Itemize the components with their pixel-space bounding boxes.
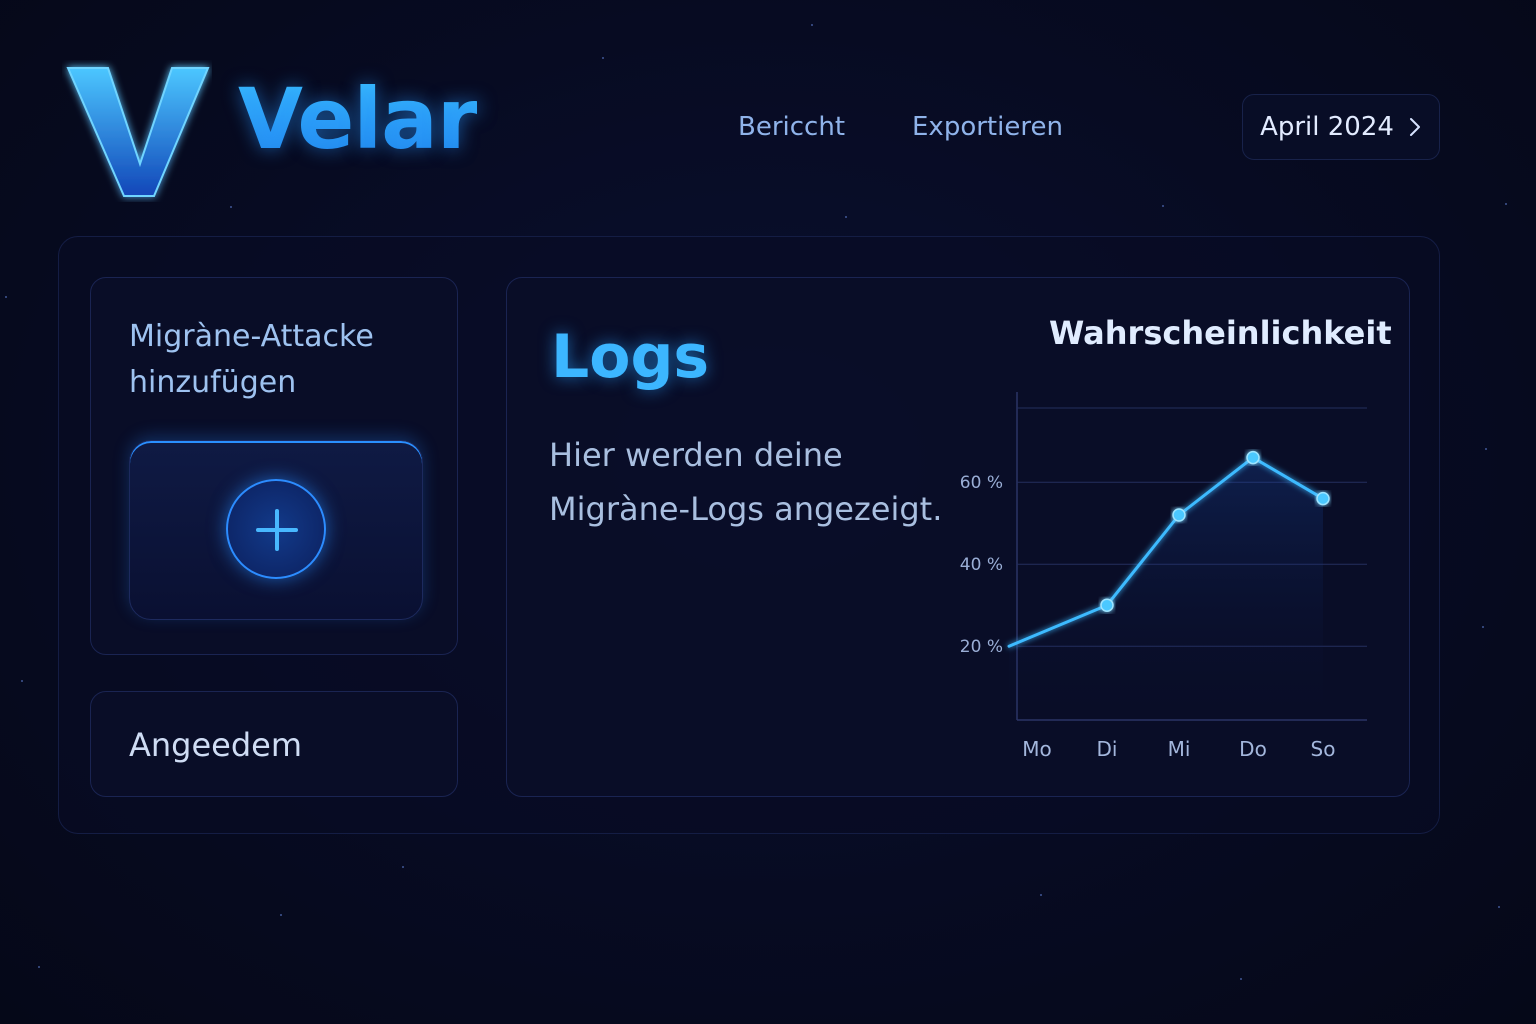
probability-chart: 20 % 40 % 60 % Mo Di Mi Do So [960, 392, 1367, 761]
star [280, 914, 282, 916]
logs-description: Hier werden deine Migràne-Logs angezeigt… [549, 428, 969, 536]
plus-vertical-stroke [275, 509, 279, 551]
y-tick-label: 20 % [960, 637, 1003, 657]
dashboard-panel: Migràne-Attacke hinzufügen Angeedem Logs… [58, 236, 1440, 834]
data-point [1172, 508, 1186, 522]
angeedem-card[interactable]: Angeedem [90, 691, 458, 797]
star [21, 680, 23, 682]
star [811, 24, 813, 26]
star [845, 216, 847, 218]
y-tick-label: 60 % [960, 473, 1003, 493]
star [38, 966, 40, 968]
star [1482, 626, 1484, 628]
add-attack-card: Migràne-Attacke hinzufügen [90, 277, 458, 655]
logo-v-icon [66, 67, 210, 197]
angeedem-label: Angeedem [129, 726, 303, 764]
x-tick-label: So [1311, 737, 1336, 761]
data-point [1246, 450, 1260, 465]
star [1240, 978, 1242, 980]
logs-description-line2: Migràne-Logs angezeigt. [549, 490, 943, 528]
star [1485, 448, 1487, 450]
data-point [1316, 491, 1330, 506]
y-tick-label: 40 % [960, 555, 1003, 575]
chevron-right-icon [1409, 118, 1420, 136]
logs-description-line1: Hier werden deine [549, 436, 843, 474]
month-selector-button[interactable]: April 2024 [1242, 94, 1440, 160]
star [1040, 894, 1042, 896]
x-tick-label: Mi [1168, 737, 1191, 761]
series-area [1009, 457, 1323, 720]
star [1505, 203, 1507, 205]
star [5, 296, 7, 298]
x-tick-label: Do [1239, 737, 1267, 761]
month-label: April 2024 [1260, 112, 1394, 142]
star [602, 57, 604, 59]
add-attack-title-line2: hinzufügen [129, 365, 297, 400]
logs-card: Logs Hier werden deine Migràne-Logs ange… [506, 277, 1410, 797]
star [1162, 205, 1164, 207]
star [1498, 906, 1500, 908]
x-tick-label: Di [1097, 737, 1118, 761]
plus-icon [226, 479, 326, 579]
add-attack-title: Migràne-Attacke hinzufügen [129, 314, 449, 406]
brand-name: Velar [238, 70, 478, 168]
data-point [1100, 598, 1114, 612]
add-attack-title-line1: Migràne-Attacke [129, 319, 374, 354]
x-tick-label: Mo [1022, 737, 1052, 761]
logs-title: Logs [551, 322, 710, 392]
star [230, 206, 232, 208]
nav-link-exportieren[interactable]: Exportieren [912, 112, 1063, 142]
chart-title: Wahrscheinlichkeit [1049, 314, 1392, 352]
nav-link-bericht[interactable]: Bericcht [738, 112, 845, 142]
star [402, 866, 404, 868]
add-attack-button[interactable] [129, 440, 423, 620]
